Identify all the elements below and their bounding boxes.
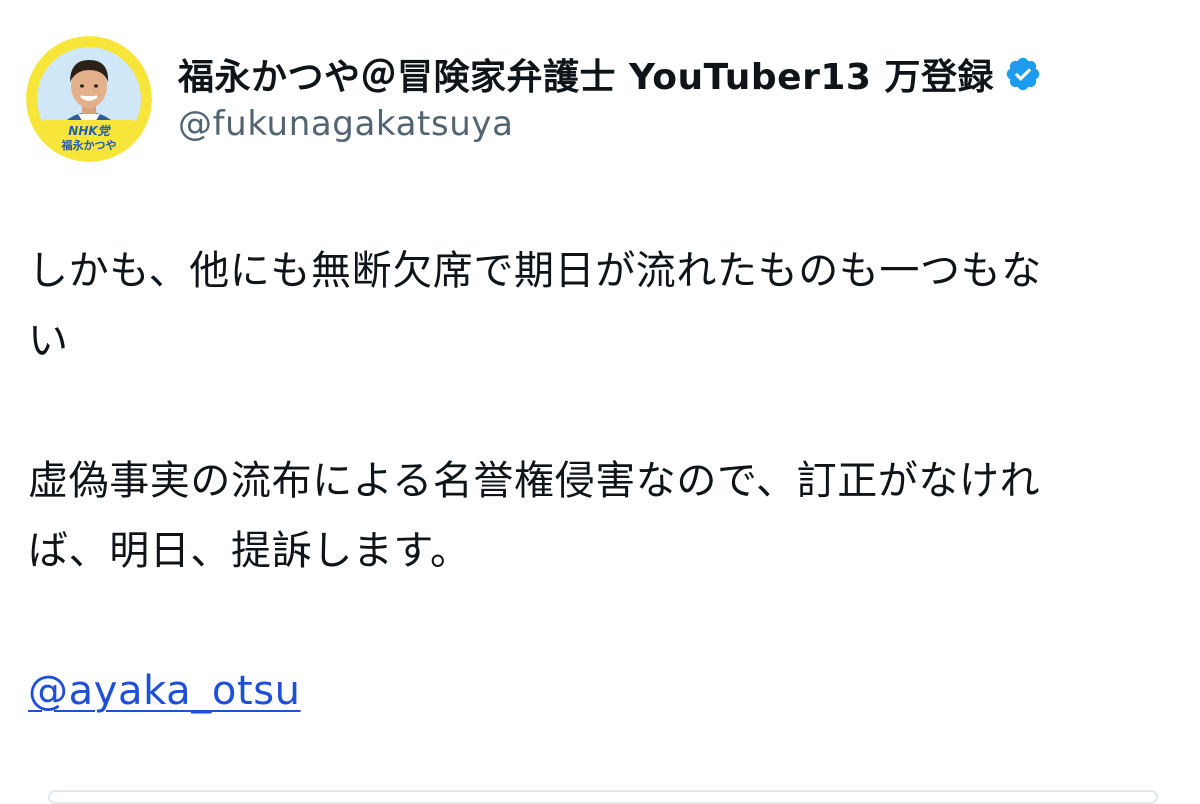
avatar-badge-line2: 福永かつや	[61, 138, 117, 152]
avatar-image: NHK党 福永かつや	[26, 36, 152, 162]
tweet: NHK党 福永かつや 福永かつや＠冒険家弁護士 YouTuber13 万登録 @…	[0, 0, 1200, 804]
quoted-card-edge	[48, 790, 1158, 804]
verified-badge-icon	[1004, 55, 1042, 93]
tweet-paragraph: しかも、他にも無断欠席で期日が流れたものも一つもな い	[28, 236, 1178, 376]
tweet-text-line: ば、明日、提訴します。	[28, 528, 471, 574]
author-name-row: 福永かつや＠冒険家弁護士 YouTuber13 万登録	[178, 48, 1042, 100]
author-display-name[interactable]: 福永かつや＠冒険家弁護士 YouTuber13 万登録	[178, 48, 994, 100]
tweet-text-line: 虚偽事実の流布による名誉権侵害なので、訂正がなけれ	[28, 458, 1041, 504]
avatar-badge-line1: NHK党	[68, 124, 111, 138]
mention-link[interactable]: @ayaka_otsu	[28, 668, 301, 714]
author-handle[interactable]: @fukunagakatsuya	[178, 104, 514, 144]
tweet-text-line: い	[28, 318, 69, 364]
tweet-paragraph: 虚偽事実の流布による名誉権侵害なので、訂正がなけれ ば、明日、提訴します。	[28, 446, 1178, 586]
tweet-text: しかも、他にも無断欠席で期日が流れたものも一つもな い 虚偽事実の流布による名誉…	[28, 236, 1178, 726]
tweet-paragraph: @ayaka_otsu	[28, 656, 1178, 726]
author-avatar[interactable]: NHK党 福永かつや	[26, 36, 152, 162]
tweet-text-line: しかも、他にも無断欠席で期日が流れたものも一つもな	[28, 248, 1042, 294]
